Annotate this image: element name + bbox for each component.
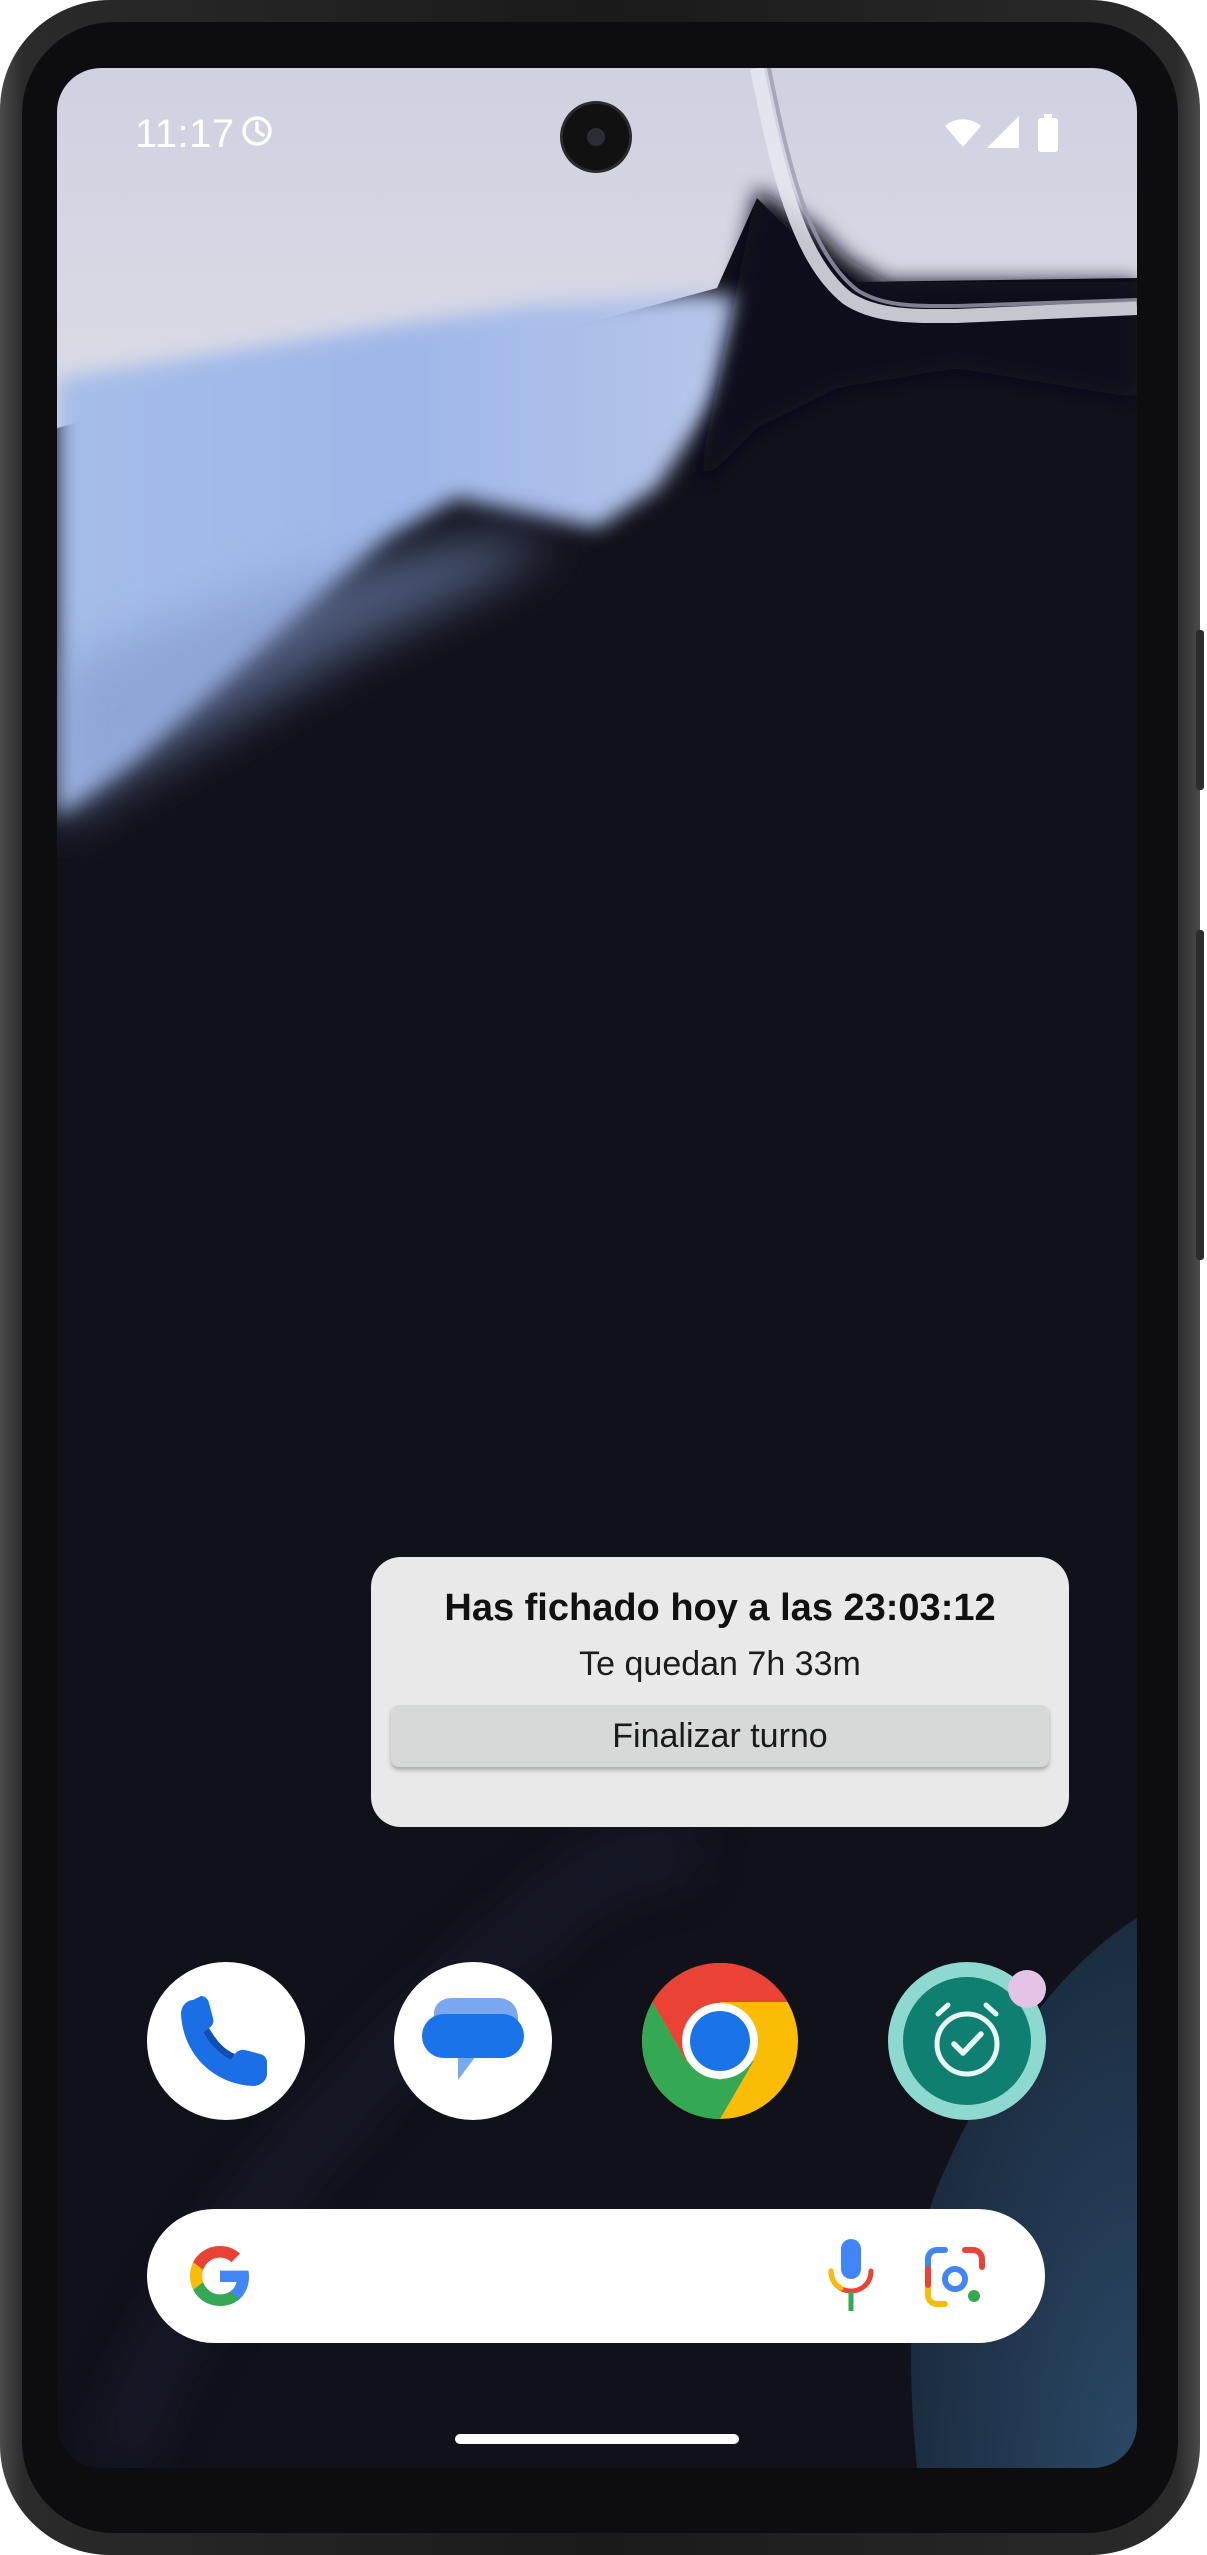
widget-subtitle: Te quedan 7h 33m: [579, 1645, 861, 1683]
microphone-icon[interactable]: [823, 2239, 879, 2313]
phone-handset-icon: [181, 1996, 267, 2086]
phone-app-icon[interactable]: [147, 1962, 305, 2120]
battery-icon: [1038, 114, 1058, 152]
chrome-logo-icon: [642, 1963, 798, 2119]
gesture-nav-handle[interactable]: [455, 2434, 739, 2444]
camera-lens: [587, 128, 605, 146]
cell-signal-icon: [987, 116, 1019, 148]
front-camera: [563, 104, 629, 170]
messages-app-icon[interactable]: [394, 1962, 552, 2120]
volume-button: [1196, 930, 1204, 1260]
status-time: 11:17: [135, 112, 235, 156]
clock-in-widget: Has fichado hoy a las 23:03:12 Te quedan…: [371, 1557, 1069, 1827]
google-g-icon: [190, 2246, 249, 2306]
wifi-icon: [945, 119, 981, 147]
chat-bubble-icon: [422, 1998, 524, 2080]
alarm-icon: [242, 116, 272, 146]
google-lens-icon[interactable]: [923, 2245, 987, 2309]
google-search-bar[interactable]: [147, 2209, 1045, 2343]
end-shift-button[interactable]: Finalizar turno: [391, 1705, 1049, 1767]
chrome-app-icon[interactable]: [641, 1962, 799, 2120]
widget-title: Has fichado hoy a las 23:03:12: [444, 1587, 996, 1629]
power-button: [1196, 630, 1204, 790]
notification-dot: [1008, 1970, 1046, 2008]
home-screen: 11:17 Has fichado hoy a las 23:03:12 Te …: [57, 68, 1137, 2468]
status-bar: 11:17: [57, 68, 1137, 170]
